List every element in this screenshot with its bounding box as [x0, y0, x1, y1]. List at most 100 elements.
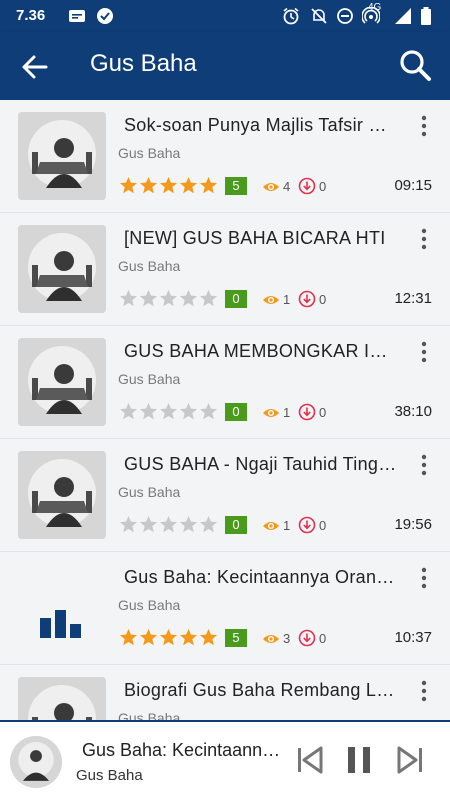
star-icon — [179, 402, 198, 420]
track-title: Gus Baha: Kecintaannya Orang Beriman — [124, 567, 399, 587]
download-count: 0 — [298, 403, 338, 421]
mute-bell-icon — [311, 8, 327, 24]
track-thumbnail — [18, 451, 106, 539]
download-icon — [298, 290, 316, 308]
download-count: 0 — [298, 290, 338, 308]
more-options-icon[interactable] — [418, 340, 430, 364]
star-icon — [119, 628, 138, 646]
track-author: Gus Baha — [118, 710, 181, 720]
vpn-shield-icon — [97, 8, 113, 24]
download-count-value: 0 — [319, 518, 327, 533]
list-item[interactable]: Biografi Gus Baha Rembang Lengkap Gus Bah… — [0, 665, 450, 720]
star-icon — [199, 176, 218, 194]
track-title: GUS BAHA - Ngaji Tauhid Tingkat Tinggi — [124, 454, 399, 474]
dnd-icon — [337, 8, 353, 24]
more-options-icon[interactable] — [418, 114, 430, 138]
track-author: Gus Baha — [118, 371, 181, 387]
track-list: Sok-soan Punya Majlis Tafsir Gus Baha Gus… — [0, 100, 450, 720]
track-thumbnail — [18, 677, 106, 720]
eye-icon — [263, 522, 279, 530]
star-icon — [199, 628, 218, 646]
eye-icon — [263, 296, 279, 304]
player-thumbnail — [10, 736, 62, 788]
track-thumbnail — [18, 225, 106, 313]
download-count: 0 — [298, 629, 338, 647]
view-count-value: 3 — [283, 631, 291, 646]
rating-badge: 0 — [225, 403, 247, 421]
rating-badge: 0 — [225, 516, 247, 534]
track-author: Gus Baha — [118, 484, 181, 500]
app-bar: Gus Baha — [0, 32, 450, 100]
more-options-icon[interactable] — [418, 679, 430, 703]
more-options-icon[interactable] — [418, 227, 430, 251]
download-icon — [298, 177, 316, 195]
star-icon — [119, 176, 138, 194]
more-options-icon[interactable] — [418, 566, 430, 590]
download-count-value: 0 — [319, 405, 327, 420]
list-item[interactable]: Sok-soan Punya Majlis Tafsir Gus Baha Gus… — [0, 100, 450, 213]
eye-icon — [263, 183, 279, 191]
star-icon — [119, 402, 138, 420]
search-icon[interactable] — [398, 48, 432, 82]
track-duration: 12:31 — [394, 290, 432, 307]
page-title: Gus Baha — [90, 50, 197, 77]
star-icon — [179, 176, 198, 194]
star-icon — [119, 289, 138, 307]
star-icon — [159, 402, 178, 420]
track-title: [NEW] GUS BAHA BICARA HTI — [124, 228, 386, 248]
network-type: 4G — [368, 2, 382, 13]
view-count-value: 1 — [283, 292, 291, 307]
player-author: Gus Baha — [76, 767, 143, 784]
download-icon — [298, 516, 316, 534]
star-icon — [199, 515, 218, 533]
track-duration: 10:37 — [394, 629, 432, 646]
eye-icon — [263, 409, 279, 417]
back-arrow-icon[interactable] — [20, 52, 50, 82]
track-author: Gus Baha — [118, 597, 181, 613]
star-icon — [139, 176, 158, 194]
star-icon — [139, 289, 158, 307]
track-title: GUS BAHA MEMBONGKAR ISI KITAB — [124, 341, 399, 361]
download-icon — [298, 629, 316, 647]
track-duration: 38:10 — [394, 403, 432, 420]
track-title: Sok-soan Punya Majlis Tafsir Gus Baha — [124, 115, 399, 135]
star-rating[interactable] — [119, 402, 218, 422]
player-title: Gus Baha: Kecintaannya Orang Beriman — [82, 740, 282, 760]
more-options-icon[interactable] — [418, 453, 430, 477]
star-icon — [159, 628, 178, 646]
star-rating[interactable] — [119, 515, 218, 535]
star-icon — [139, 402, 158, 420]
list-item[interactable]: [NEW] GUS BAHA BICARA HTI Gus Baha 0 1 0 12:3… — [0, 213, 450, 326]
skip-previous-icon[interactable] — [296, 744, 324, 776]
track-duration: 09:15 — [394, 177, 432, 194]
download-count: 0 — [298, 516, 338, 534]
star-rating[interactable] — [119, 176, 218, 196]
star-rating[interactable] — [119, 628, 218, 648]
star-icon — [199, 402, 218, 420]
star-icon — [179, 515, 198, 533]
gallery-icon — [69, 10, 85, 22]
rating-badge: 5 — [225, 177, 247, 195]
status-time: 7.36 — [16, 7, 46, 24]
skip-next-icon[interactable] — [396, 744, 424, 776]
list-item[interactable]: GUS BAHA MEMBONGKAR ISI KITAB Gus Baha 0 1 0… — [0, 326, 450, 439]
star-icon — [159, 176, 178, 194]
star-icon — [139, 628, 158, 646]
pause-icon[interactable] — [346, 744, 372, 776]
star-rating[interactable] — [119, 289, 218, 309]
view-count-value: 4 — [283, 179, 291, 194]
view-count-value: 1 — [283, 518, 291, 533]
track-author: Gus Baha — [118, 258, 181, 274]
star-icon — [139, 515, 158, 533]
star-icon — [179, 628, 198, 646]
audio-bars-icon — [18, 564, 106, 652]
list-item[interactable]: GUS BAHA - Ngaji Tauhid Tingkat Tinggi Gu… — [0, 439, 450, 552]
track-title: Biografi Gus Baha Rembang Lengkap — [124, 680, 399, 700]
track-thumbnail — [18, 112, 106, 200]
star-icon — [159, 515, 178, 533]
list-item[interactable]: Gus Baha: Kecintaannya Orang Beriman Gus … — [0, 552, 450, 665]
download-icon — [298, 403, 316, 421]
star-icon — [199, 289, 218, 307]
mini-player[interactable]: Gus Baha: Kecintaannya Orang Beriman Gus… — [0, 720, 450, 802]
download-count-value: 0 — [319, 179, 327, 194]
